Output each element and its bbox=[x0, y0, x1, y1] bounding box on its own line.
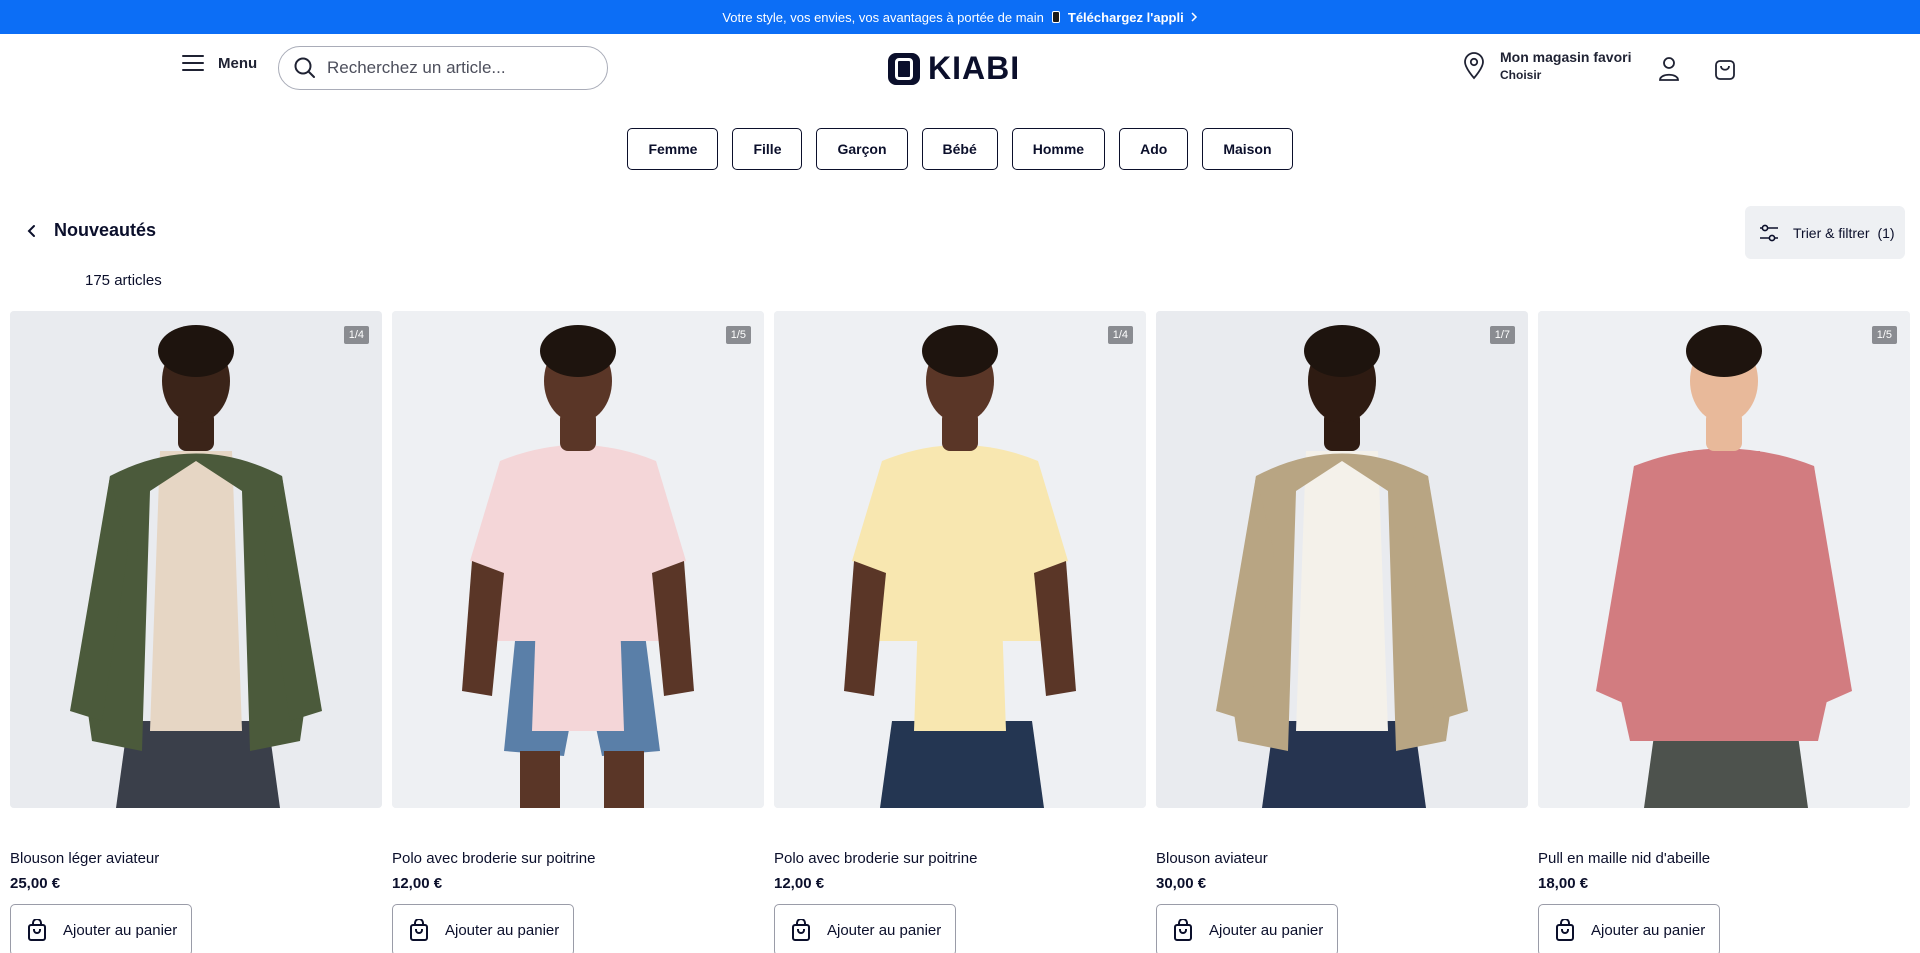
cart-button[interactable] bbox=[1710, 54, 1740, 84]
promo-banner: Votre style, vos envies, vos avantages à… bbox=[0, 0, 1920, 34]
chevron-right-icon bbox=[1191, 12, 1197, 22]
category-nav: Femme Fille Garçon Bébé Homme Ado Maison bbox=[0, 128, 1920, 170]
phone-icon bbox=[1051, 11, 1060, 23]
product-image[interactable]: 1/5 bbox=[1538, 311, 1910, 808]
image-count-badge: 1/7 bbox=[1489, 326, 1515, 344]
product-price: 12,00 € bbox=[392, 875, 443, 892]
product-price: 18,00 € bbox=[1538, 875, 1589, 892]
product-card[interactable]: 1/7 Blouson aviateur 30,00 € Ajouter au … bbox=[1156, 311, 1528, 953]
shopping-bag-icon bbox=[28, 919, 46, 941]
category-maison[interactable]: Maison bbox=[1202, 128, 1293, 170]
download-app-label: Téléchargez l'appli bbox=[1067, 9, 1184, 25]
category-ado[interactable]: Ado bbox=[1119, 128, 1189, 170]
image-count-badge: 1/4 bbox=[343, 326, 369, 344]
product-image[interactable]: 1/5 bbox=[392, 311, 764, 808]
back-button[interactable] bbox=[24, 223, 40, 239]
product-name[interactable]: Polo avec broderie sur poitrine bbox=[392, 850, 764, 867]
filter-sliders-icon bbox=[1760, 224, 1778, 241]
add-to-cart-button[interactable]: Ajouter au panier bbox=[10, 904, 192, 953]
shopping-bag-icon bbox=[792, 919, 810, 941]
category-bebe[interactable]: Bébé bbox=[921, 128, 998, 170]
download-app-link[interactable]: Téléchargez l'appli bbox=[1068, 10, 1198, 25]
product-name[interactable]: Blouson léger aviateur bbox=[10, 850, 382, 867]
product-card[interactable]: 1/4 Blouson léger aviateur 25,00 € Ajout… bbox=[10, 311, 382, 953]
product-name[interactable]: Blouson aviateur bbox=[1156, 850, 1528, 867]
product-image[interactable]: 1/4 bbox=[10, 311, 382, 808]
category-garcon[interactable]: Garçon bbox=[816, 128, 908, 170]
product-image[interactable]: 1/4 bbox=[774, 311, 1146, 808]
kiabi-logo[interactable]: KIABI bbox=[888, 50, 1020, 87]
location-pin-icon bbox=[1464, 52, 1484, 80]
category-fille[interactable]: Fille bbox=[732, 128, 803, 170]
favorite-store-selector[interactable]: Mon magasin favori Choisir bbox=[1462, 48, 1631, 84]
product-name[interactable]: Polo avec broderie sur poitrine bbox=[774, 850, 1146, 867]
add-to-cart-label: Ajouter au panier bbox=[1209, 921, 1324, 939]
shopping-bag-icon bbox=[1715, 60, 1735, 80]
add-to-cart-label: Ajouter au panier bbox=[63, 921, 178, 939]
search-icon bbox=[294, 57, 315, 78]
product-price: 30,00 € bbox=[1156, 875, 1207, 892]
category-femme[interactable]: Femme bbox=[627, 128, 719, 170]
search-input[interactable] bbox=[327, 58, 587, 78]
article-count: 175 articles bbox=[85, 272, 162, 289]
site-header: Menu KIABI Mon magasin favori Choisir bbox=[0, 34, 1920, 100]
user-icon bbox=[1659, 57, 1679, 81]
menu-button[interactable]: Menu bbox=[182, 54, 257, 72]
image-count-badge: 1/5 bbox=[725, 326, 751, 344]
shopping-bag-icon bbox=[1174, 919, 1192, 941]
add-to-cart-button[interactable]: Ajouter au panier bbox=[774, 904, 956, 953]
model-photo bbox=[1538, 311, 1910, 808]
store-choose-link[interactable]: Choisir bbox=[1500, 66, 1631, 84]
add-to-cart-button[interactable]: Ajouter au panier bbox=[1156, 904, 1338, 953]
product-image[interactable]: 1/7 bbox=[1156, 311, 1528, 808]
logo-text: KIABI bbox=[928, 50, 1021, 86]
promo-text: Votre style, vos envies, vos avantages à… bbox=[722, 9, 1044, 25]
model-photo bbox=[774, 311, 1146, 808]
sort-filter-button[interactable]: Trier & filtrer (1) bbox=[1745, 206, 1905, 259]
shopping-bag-icon bbox=[410, 919, 428, 941]
add-to-cart-label: Ajouter au panier bbox=[445, 921, 560, 939]
model-photo bbox=[10, 311, 382, 808]
chevron-left-icon bbox=[27, 224, 35, 237]
product-name[interactable]: Pull en maille nid d'abeille bbox=[1538, 850, 1910, 867]
product-grid: 1/4 Blouson léger aviateur 25,00 € Ajout… bbox=[10, 311, 1910, 953]
add-to-cart-label: Ajouter au panier bbox=[1591, 921, 1706, 939]
model-photo bbox=[1156, 311, 1528, 808]
image-count-badge: 1/4 bbox=[1107, 326, 1133, 344]
filter-count: (1) bbox=[1877, 224, 1895, 241]
hamburger-icon bbox=[182, 55, 204, 71]
account-button[interactable] bbox=[1654, 54, 1684, 84]
add-to-cart-label: Ajouter au panier bbox=[827, 921, 942, 939]
image-count-badge: 1/5 bbox=[1871, 326, 1897, 344]
add-to-cart-button[interactable]: Ajouter au panier bbox=[1538, 904, 1720, 953]
menu-label: Menu bbox=[218, 54, 258, 72]
page-header: Nouveautés bbox=[24, 220, 156, 241]
model-photo bbox=[392, 311, 764, 808]
category-homme[interactable]: Homme bbox=[1011, 128, 1106, 170]
product-card[interactable]: 1/5 Polo avec broderie sur poitrine 12,0… bbox=[392, 311, 764, 953]
sort-filter-label: Trier & filtrer bbox=[1793, 224, 1870, 241]
page-title: Nouveautés bbox=[54, 220, 157, 240]
add-to-cart-button[interactable]: Ajouter au panier bbox=[392, 904, 574, 953]
product-card[interactable]: 1/4 Polo avec broderie sur poitrine 12,0… bbox=[774, 311, 1146, 953]
logo-mark-icon bbox=[888, 52, 920, 85]
product-price: 12,00 € bbox=[774, 875, 825, 892]
product-card[interactable]: 1/5 Pull en maille nid d'abeille 18,00 €… bbox=[1538, 311, 1910, 953]
product-price: 25,00 € bbox=[10, 875, 61, 892]
shopping-bag-icon bbox=[1556, 919, 1574, 941]
store-title: Mon magasin favori bbox=[1500, 49, 1632, 65]
search-bar[interactable] bbox=[278, 46, 608, 90]
